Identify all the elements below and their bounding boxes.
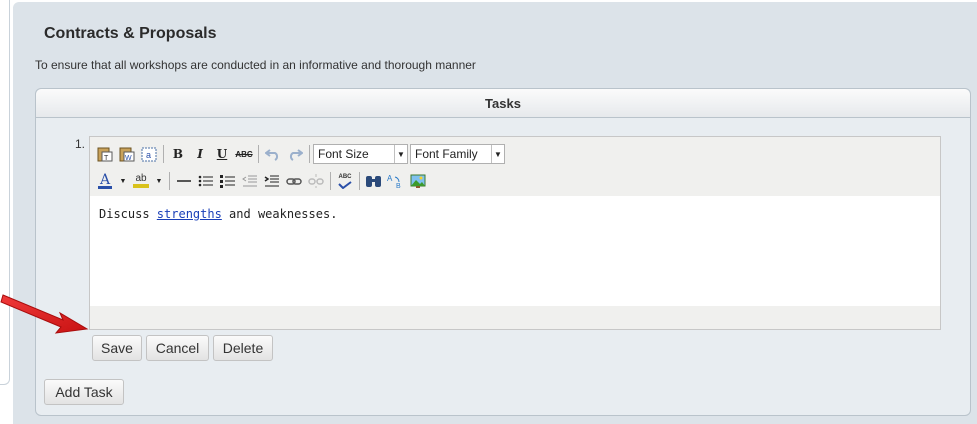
section-description: To ensure that all workshops are conduct… (35, 58, 476, 72)
rich-text-editor: T W a B I U ABC Font Size ▼ Font Family … (89, 136, 941, 330)
unlink-icon[interactable] (305, 171, 327, 191)
link-icon[interactable] (283, 171, 305, 191)
underline-label: U (216, 147, 228, 161)
indent-icon[interactable] (261, 171, 283, 191)
cancel-button[interactable]: Cancel (146, 335, 209, 361)
insert-image-icon[interactable] (407, 171, 429, 191)
contracts-panel: Contracts & Proposals To ensure that all… (13, 2, 977, 424)
italic-label: I (197, 147, 203, 161)
spellcheck-label: ABC (338, 174, 352, 180)
red-arrow-annotation (0, 294, 89, 334)
highlight-label: ab (135, 173, 147, 184)
svg-text:W: W (125, 155, 132, 162)
strike-label: ABC (235, 149, 253, 159)
toolbar-separator (163, 145, 164, 163)
toolbar-separator (309, 145, 310, 163)
toolbar-separator (330, 172, 331, 190)
chevron-down-icon: ▼ (394, 145, 407, 163)
bold-label: B (172, 147, 184, 161)
content-link[interactable]: strengths (157, 207, 222, 221)
svg-text:T: T (104, 155, 109, 162)
section-title: Contracts & Proposals (44, 25, 217, 42)
replace-icon[interactable]: AB (385, 171, 407, 191)
tasks-box: Tasks 1. T W a B I U ABC Font Size ▼ Fon… (35, 88, 971, 416)
add-task-button[interactable]: Add Task (44, 379, 124, 405)
font-size-select[interactable]: Font Size ▼ (313, 144, 408, 164)
editor-toolbar-row-2: A ▼ ab ▼ ABC A B (94, 170, 429, 192)
numbered-list-icon[interactable] (217, 171, 239, 191)
svg-text:a: a (146, 150, 151, 160)
underline-button[interactable]: U (211, 144, 233, 164)
select-all-icon[interactable]: a (138, 144, 160, 164)
italic-button[interactable]: I (189, 144, 211, 164)
toolbar-separator (169, 172, 170, 190)
chevron-down-icon: ▼ (491, 145, 504, 163)
outdent-icon[interactable] (239, 171, 261, 191)
editor-toolbar-row-1: T W a B I U ABC Font Size ▼ Font Family … (94, 143, 507, 165)
paste-word-icon[interactable]: W (116, 144, 138, 164)
highlight-color-button[interactable]: ab (130, 171, 152, 191)
redo-icon[interactable] (284, 144, 306, 164)
toolbar-separator (359, 172, 360, 190)
find-icon[interactable] (363, 171, 385, 191)
editor-content-area[interactable]: Discuss strengths and weaknesses. (90, 196, 940, 306)
svg-text:A: A (387, 174, 393, 183)
toolbar-separator (258, 145, 259, 163)
font-size-label: Font Size (318, 147, 369, 161)
highlight-dropdown-icon[interactable]: ▼ (152, 171, 166, 191)
font-color-label: A (99, 171, 111, 188)
content-text-before: Discuss (99, 207, 157, 221)
tasks-header: Tasks (36, 89, 970, 118)
horizontal-rule-icon[interactable] (173, 171, 195, 191)
undo-icon[interactable] (262, 144, 284, 164)
save-button[interactable]: Save (92, 335, 142, 361)
bold-button[interactable]: B (167, 144, 189, 164)
font-color-dropdown-icon[interactable]: ▼ (116, 171, 130, 191)
editor-content-text: Discuss strengths and weaknesses. (99, 207, 337, 221)
content-text-after: and weaknesses. (221, 207, 338, 221)
spellcheck-button[interactable]: ABC (334, 171, 356, 191)
delete-button[interactable]: Delete (213, 335, 273, 361)
font-color-button[interactable]: A (94, 171, 116, 191)
paste-icon[interactable]: T (94, 144, 116, 164)
font-family-label: Font Family (415, 147, 478, 161)
strikethrough-button[interactable]: ABC (233, 144, 255, 164)
bullet-list-icon[interactable] (195, 171, 217, 191)
font-family-select[interactable]: Font Family ▼ (410, 144, 505, 164)
svg-text:B: B (396, 183, 401, 189)
task-number: 1. (75, 137, 86, 151)
